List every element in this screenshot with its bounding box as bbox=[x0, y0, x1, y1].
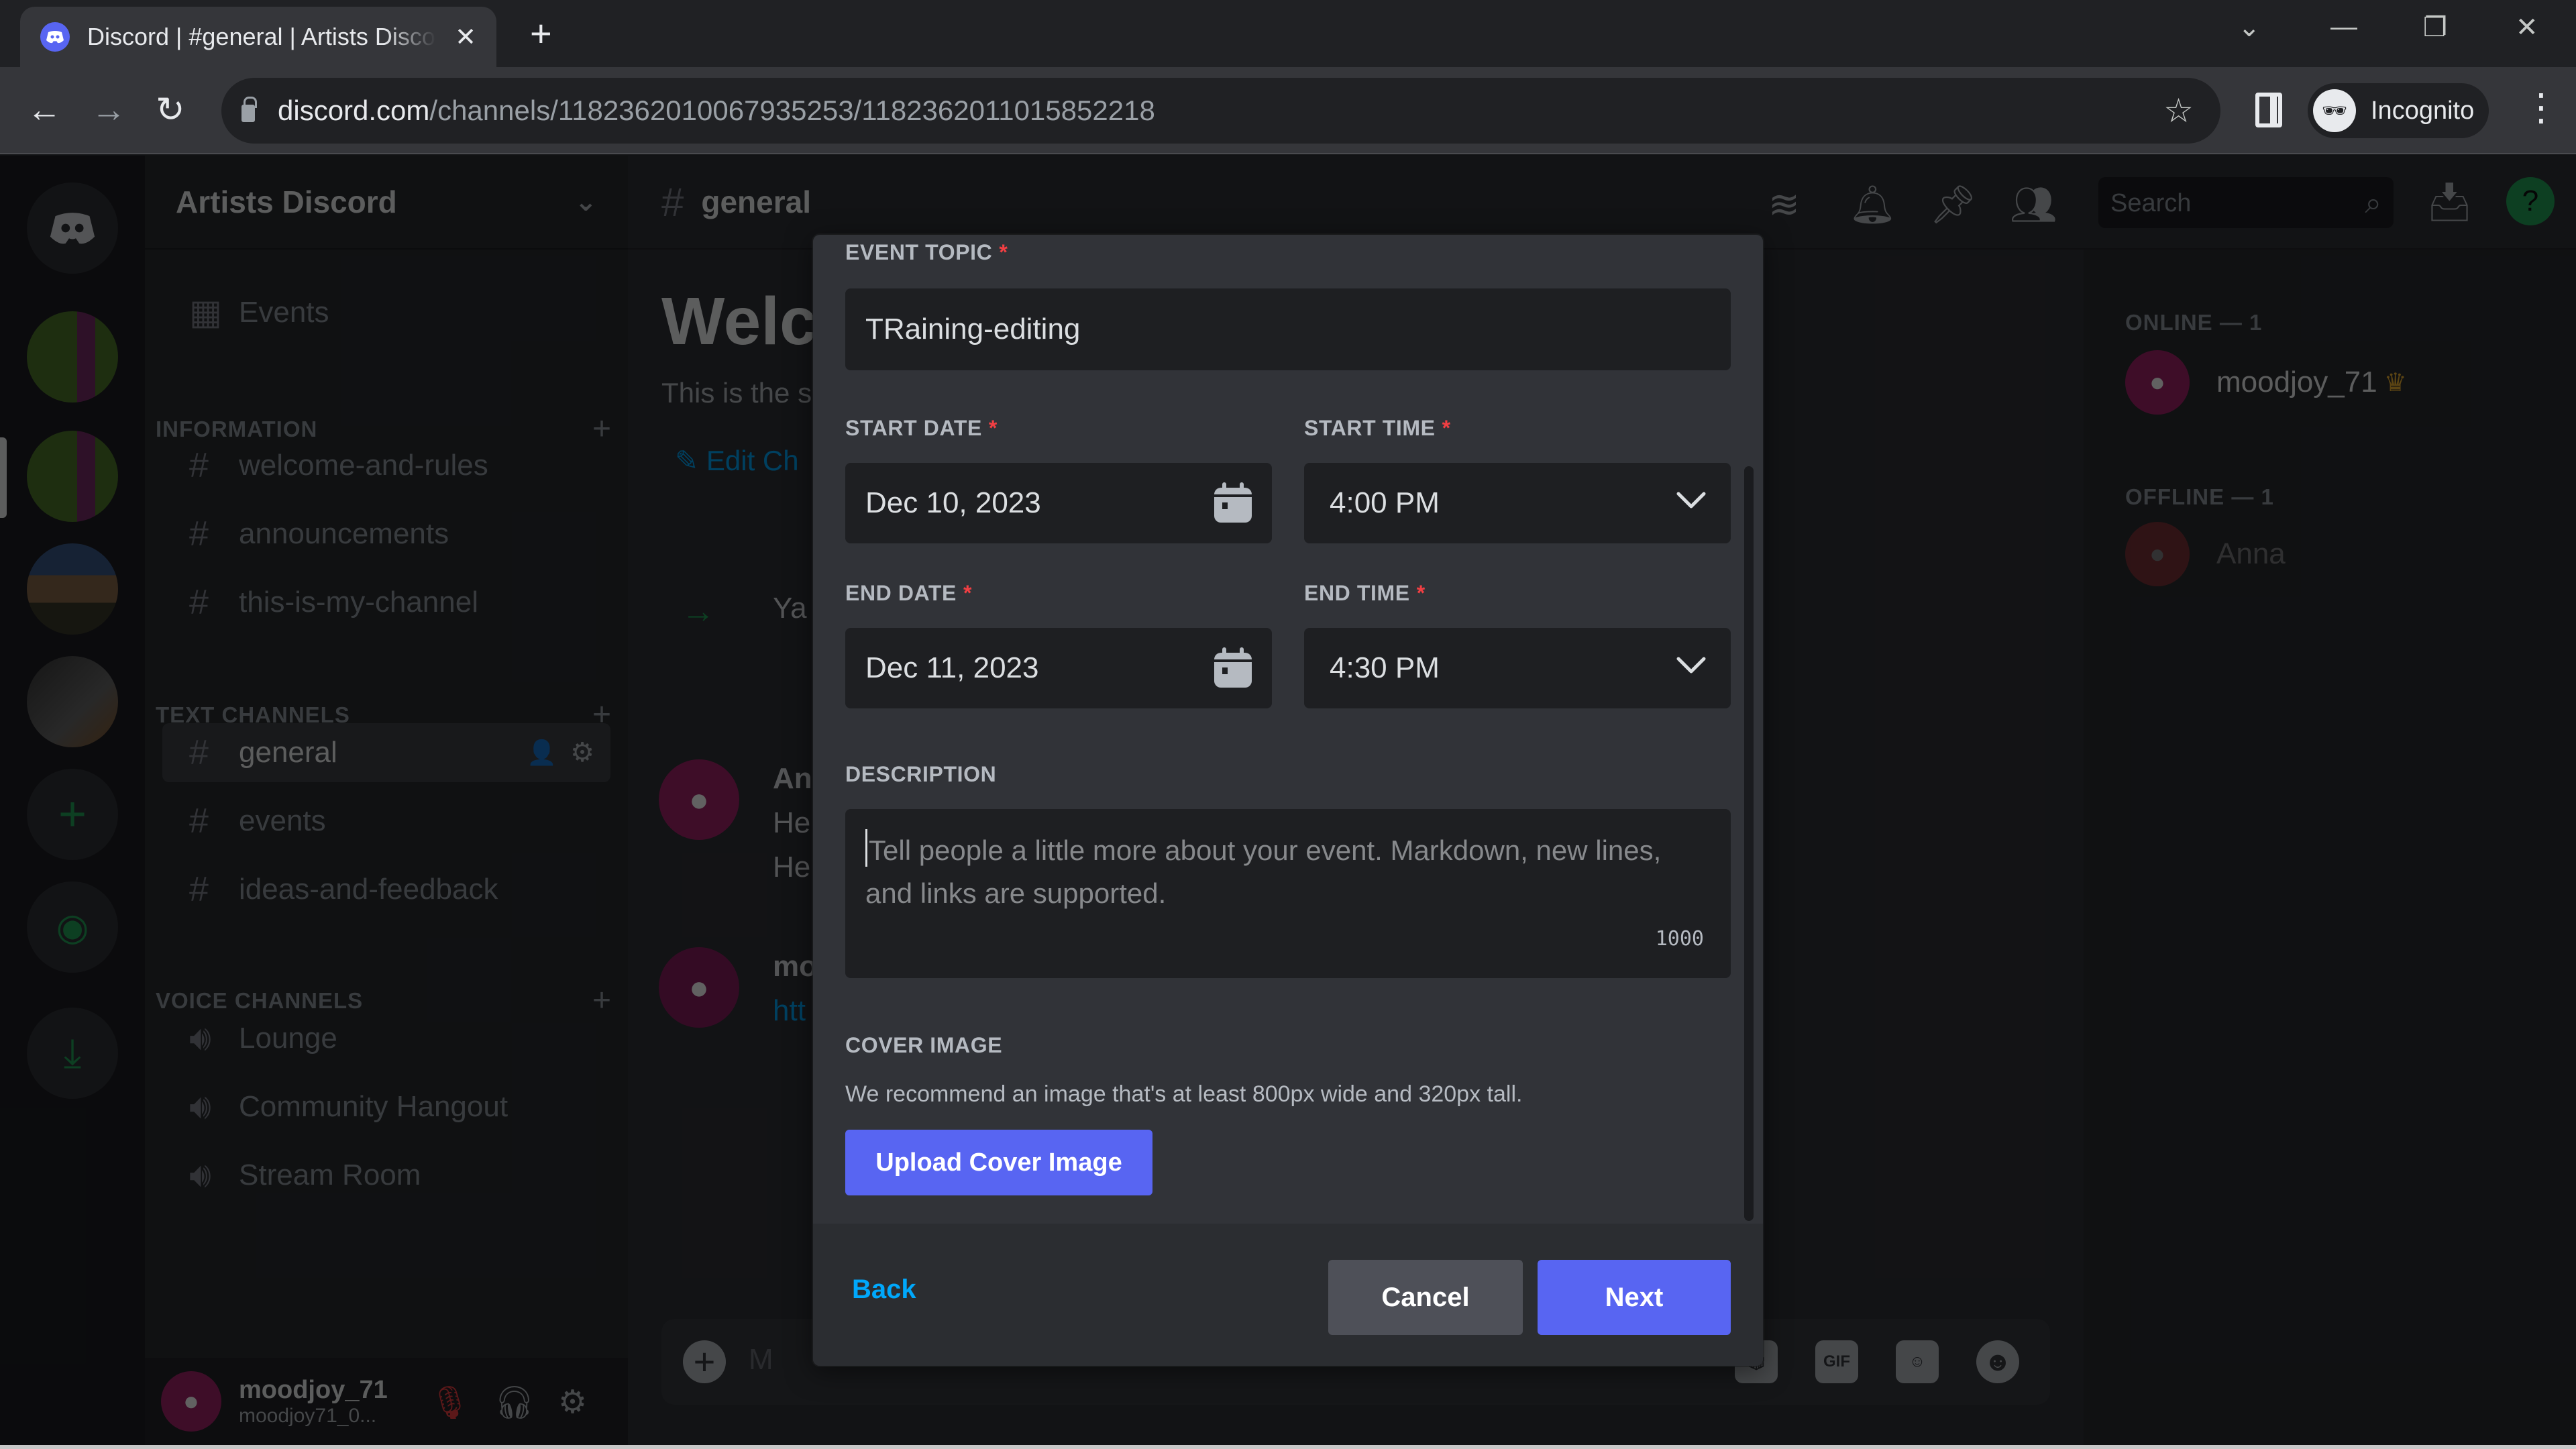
side-panel-icon[interactable] bbox=[2255, 93, 2282, 127]
required-asterisk: * bbox=[999, 240, 1008, 264]
tab-close-icon[interactable]: ✕ bbox=[455, 22, 476, 52]
end-time-select[interactable]: 4:30 PM bbox=[1304, 628, 1731, 708]
chevron-down-icon bbox=[1676, 657, 1706, 674]
taskbar-edge bbox=[0, 1445, 2576, 1449]
modal-body: EVENT TOPIC * TRaining-editing START DATE… bbox=[813, 235, 1763, 1224]
event-topic-label: EVENT TOPIC * bbox=[845, 240, 1008, 265]
address-bar[interactable]: discord.com/channels/1182362010067935253… bbox=[221, 78, 2220, 144]
char-counter: 1000 bbox=[1655, 927, 1704, 951]
incognito-profile-button[interactable]: 🕶 Incognito bbox=[2308, 83, 2489, 138]
modal-scrollbar[interactable] bbox=[1744, 466, 1754, 1221]
upload-cover-image-button[interactable]: Upload Cover Image bbox=[845, 1130, 1152, 1195]
browser-toolbar: ← → ↻ discord.com/channels/1182362010067… bbox=[0, 67, 2576, 154]
required-asterisk: * bbox=[963, 581, 973, 605]
start-time-select[interactable]: 4:00 PM bbox=[1304, 463, 1731, 543]
start-date-picker[interactable]: Dec 10, 2023 bbox=[845, 463, 1272, 543]
new-tab-button[interactable]: + bbox=[530, 15, 552, 52]
end-date-value: Dec 11, 2023 bbox=[865, 651, 1039, 684]
start-date-value: Dec 10, 2023 bbox=[865, 486, 1041, 519]
back-arrow-icon[interactable]: ← bbox=[27, 91, 62, 129]
description-label: DESCRIPTION bbox=[845, 762, 997, 786]
cover-image-label: COVER IMAGE bbox=[845, 1033, 1003, 1057]
end-time-label: END TIME * bbox=[1304, 581, 1426, 606]
end-time-value: 4:30 PM bbox=[1330, 651, 1440, 684]
chevron-down-icon bbox=[1676, 492, 1706, 508]
url-path: /channels/1182362010067935253/1182362011… bbox=[429, 95, 1155, 126]
start-time-value: 4:00 PM bbox=[1330, 486, 1440, 519]
description-textarea[interactable]: Tell people a little more about your eve… bbox=[845, 809, 1731, 978]
browser-tab-strip: Discord | #general | Artists Discord ✕ +… bbox=[0, 0, 2576, 67]
calendar-icon[interactable] bbox=[1213, 480, 1253, 525]
forward-arrow-icon[interactable]: → bbox=[91, 91, 126, 129]
window-close-icon[interactable]: ✕ bbox=[2516, 12, 2538, 43]
create-event-modal: EVENT TOPIC * TRaining-editing START DATE… bbox=[813, 235, 1763, 1366]
start-date-label: START DATE * bbox=[845, 416, 998, 441]
required-asterisk: * bbox=[1416, 581, 1426, 605]
start-time-label: START TIME * bbox=[1304, 416, 1451, 441]
discord-favicon-icon bbox=[40, 22, 70, 52]
tab-search-chevron-icon[interactable]: ⌄ bbox=[2238, 12, 2261, 43]
bookmark-star-icon[interactable]: ☆ bbox=[2163, 91, 2194, 130]
back-button[interactable]: Back bbox=[852, 1275, 916, 1305]
event-topic-input[interactable]: TRaining-editing bbox=[845, 288, 1731, 370]
incognito-icon: 🕶 bbox=[2313, 89, 2356, 132]
url-host: discord.com bbox=[278, 95, 430, 126]
restore-icon[interactable]: ❐ bbox=[2423, 12, 2447, 43]
minimize-icon[interactable]: — bbox=[2330, 12, 2357, 42]
text-caret bbox=[865, 829, 867, 867]
incognito-label: Incognito bbox=[2371, 96, 2475, 125]
end-date-picker[interactable]: Dec 11, 2023 bbox=[845, 628, 1272, 708]
reload-icon[interactable]: ↻ bbox=[156, 91, 185, 129]
cover-image-hint: We recommend an image that's at least 80… bbox=[845, 1081, 1523, 1107]
label-text: EVENT TOPIC bbox=[845, 240, 993, 264]
calendar-icon[interactable] bbox=[1213, 645, 1253, 690]
kebab-menu-icon[interactable]: ⋮ bbox=[2522, 87, 2560, 127]
description-placeholder: Tell people a little more about your eve… bbox=[865, 835, 1662, 909]
cancel-button[interactable]: Cancel bbox=[1328, 1260, 1523, 1335]
lock-icon[interactable] bbox=[241, 97, 257, 122]
event-topic-value: TRaining-editing bbox=[865, 313, 1081, 345]
label-text: START TIME bbox=[1304, 416, 1436, 440]
tab-title: Discord | #general | Artists Discord bbox=[87, 23, 436, 50]
label-text: END TIME bbox=[1304, 581, 1410, 605]
required-asterisk: * bbox=[988, 416, 998, 440]
next-button[interactable]: Next bbox=[1538, 1260, 1731, 1335]
label-text: END DATE bbox=[845, 581, 957, 605]
browser-tab-active[interactable]: Discord | #general | Artists Discord ✕ bbox=[20, 7, 496, 67]
label-text: START DATE bbox=[845, 416, 982, 440]
modal-footer: Back Cancel Next bbox=[813, 1224, 1763, 1366]
required-asterisk: * bbox=[1442, 416, 1451, 440]
end-date-label: END DATE * bbox=[845, 581, 972, 606]
